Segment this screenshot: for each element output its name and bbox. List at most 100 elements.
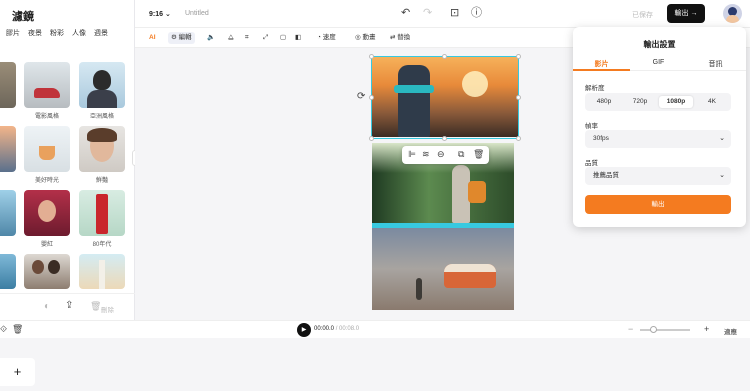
tab-gif[interactable]: GIF: [630, 59, 687, 66]
trash-icon[interactable]: 🗑: [12, 325, 23, 334]
filter-thumb[interactable]: [0, 254, 16, 289]
crop-icon[interactable]: ⌗: [245, 32, 249, 44]
resolution-selector: 480p 720p 1080p 4K: [585, 93, 731, 111]
add-clip-button[interactable]: +: [0, 358, 35, 386]
lock-icon[interactable]: ⊖: [437, 150, 445, 159]
speed-tool[interactable]: ◔ 速度: [317, 32, 336, 44]
layers-icon[interactable]: ≋: [422, 150, 430, 159]
resolution-label: 解析度: [585, 85, 605, 92]
resize-handle[interactable]: [516, 54, 521, 59]
compare-icon[interactable]: ◐: [44, 302, 50, 312]
transform-icon[interactable]: ⤢: [263, 32, 268, 44]
filter-label: 亞洲風格: [89, 114, 114, 120]
resolution-480p[interactable]: 480p: [587, 96, 621, 108]
selection-box[interactable]: [371, 56, 519, 139]
ai-tools-icon[interactable]: AI: [149, 32, 156, 44]
resolution-1080p[interactable]: 1080p: [659, 96, 693, 108]
filter-panel: 濾鏡 膠片 夜景 粉彩 人像 週景 電影風格 亞洲風格 美好時光 鮮豔 嬰紅 8…: [0, 0, 135, 320]
filter-label: 80年代: [92, 242, 112, 248]
resize-handle[interactable]: [369, 95, 374, 100]
filter-label: 電影風格: [34, 114, 59, 120]
category-night[interactable]: 夜景: [28, 28, 42, 38]
filter-thumb-good-times[interactable]: [24, 126, 70, 172]
duplicate-icon[interactable]: ⧉: [458, 150, 464, 159]
tab-video[interactable]: 影片: [573, 59, 630, 69]
zoom-slider[interactable]: [640, 329, 690, 331]
trash-icon[interactable]: 🗑: [90, 302, 101, 311]
filter-actions: ◐ ⇪ 🗑 刪除: [0, 293, 135, 319]
filter-thumb-asian[interactable]: [79, 62, 125, 108]
framerate-label: 幀率: [585, 123, 598, 130]
filter-thumb[interactable]: [79, 254, 125, 289]
fit-button[interactable]: 適應: [724, 326, 737, 336]
resolution-4k[interactable]: 4K: [695, 96, 729, 108]
resize-handle[interactable]: [369, 136, 374, 141]
flip-icon[interactable]: ⧋: [228, 32, 234, 44]
resize-handle[interactable]: [516, 136, 521, 141]
filter-thumb[interactable]: [0, 126, 16, 172]
upload-icon[interactable]: ⇪: [65, 301, 73, 311]
export-button[interactable]: 輸出 →: [667, 4, 705, 23]
zoom-slider-handle[interactable]: [650, 326, 657, 333]
redo-icon[interactable]: ↷: [423, 8, 432, 19]
filter-label: 嬰紅: [40, 242, 53, 248]
category-film[interactable]: 膠片: [6, 28, 20, 38]
timeline-bar: ⟐ 🗑 ▶ 00:00.0 / 00:08.0 − + 適應: [0, 320, 750, 338]
quality-select[interactable]: 推薦品質 ⌄: [585, 167, 731, 185]
resolution-720p[interactable]: 720p: [623, 96, 657, 108]
rotate-icon[interactable]: ⟳: [357, 92, 365, 102]
active-tab-indicator: [573, 69, 630, 71]
edit-tool[interactable]: ⚙ 編輯: [168, 32, 195, 44]
filter-thumb-vermilion[interactable]: [24, 190, 70, 236]
zoom-in-icon[interactable]: +: [704, 325, 709, 334]
animation-tool[interactable]: ◎ 動畫: [355, 32, 375, 44]
filter-thumb-80s[interactable]: [79, 190, 125, 236]
volume-icon[interactable]: 🔈: [207, 32, 215, 44]
editor-root: 濾鏡 膠片 夜景 粉彩 人像 週景 電影風格 亞洲風格 美好時光 鮮豔 嬰紅 8…: [0, 0, 750, 391]
project-title[interactable]: Untitled: [185, 10, 209, 17]
delete-icon[interactable]: 🗑: [473, 150, 484, 159]
filter-categories: 膠片 夜景 粉彩 人像 週景: [6, 28, 108, 38]
category-pastel[interactable]: 粉彩: [50, 28, 64, 38]
playback-time: 00:00.0 / 00:08.0: [314, 326, 360, 332]
delete-button[interactable]: 刪除: [101, 304, 114, 314]
aspect-ratio-select[interactable]: 9:16 ⌄: [149, 10, 171, 18]
resize-handle[interactable]: [369, 54, 374, 59]
layer-icon[interactable]: ◧: [295, 32, 301, 44]
save-status: 已保存: [632, 12, 653, 19]
filter-label: 鮮豔: [95, 178, 108, 184]
track-area: +: [0, 338, 750, 391]
avatar[interactable]: [723, 4, 742, 23]
filter-thumb[interactable]: [0, 62, 16, 108]
top-bar: 9:16 ⌄ Untitled ↶ ↷ ⊡ ⓘ 已保存 輸出 →: [135, 0, 750, 28]
category-portrait[interactable]: 人像: [72, 28, 86, 38]
tab-audio[interactable]: 音訊: [687, 59, 744, 69]
category-scenery[interactable]: 週景: [94, 28, 108, 38]
align-icon[interactable]: ⊫: [408, 150, 416, 159]
screenshot-icon[interactable]: ⊡: [450, 8, 459, 19]
play-button[interactable]: ▶: [297, 323, 311, 337]
export-settings-panel: 輸出設置 影片 GIF 音訊 解析度 480p 720p 1080p 4K 幀率…: [573, 27, 746, 227]
video-clip-desert[interactable]: [372, 228, 514, 310]
shape-icon[interactable]: ▢: [280, 32, 286, 44]
quality-label: 品質: [585, 160, 598, 167]
filter-thumb[interactable]: [0, 190, 16, 236]
resize-handle[interactable]: [516, 95, 521, 100]
undo-icon[interactable]: ↶: [401, 8, 410, 19]
filter-thumb-cinematic[interactable]: [24, 62, 70, 108]
split-icon[interactable]: ⟐: [0, 325, 7, 334]
framerate-select[interactable]: 30fps ⌄: [585, 130, 731, 148]
replace-tool[interactable]: ⇄ 替換: [390, 32, 410, 44]
confirm-export-button[interactable]: 輸出: [585, 195, 731, 214]
chevron-down-icon: ⌄: [719, 135, 725, 142]
zoom-out-icon[interactable]: −: [628, 325, 633, 334]
resize-handle[interactable]: [442, 136, 447, 141]
panel-title: 濾鏡: [12, 11, 34, 23]
chevron-down-icon: ⌄: [719, 172, 725, 179]
filter-thumb-vivid[interactable]: [79, 126, 125, 172]
export-tabs: 影片 GIF 音訊: [573, 55, 746, 71]
help-icon[interactable]: ⓘ: [471, 8, 482, 19]
filter-thumb[interactable]: [24, 254, 70, 289]
filter-label: 美好時光: [34, 178, 59, 184]
resize-handle[interactable]: [442, 54, 447, 59]
